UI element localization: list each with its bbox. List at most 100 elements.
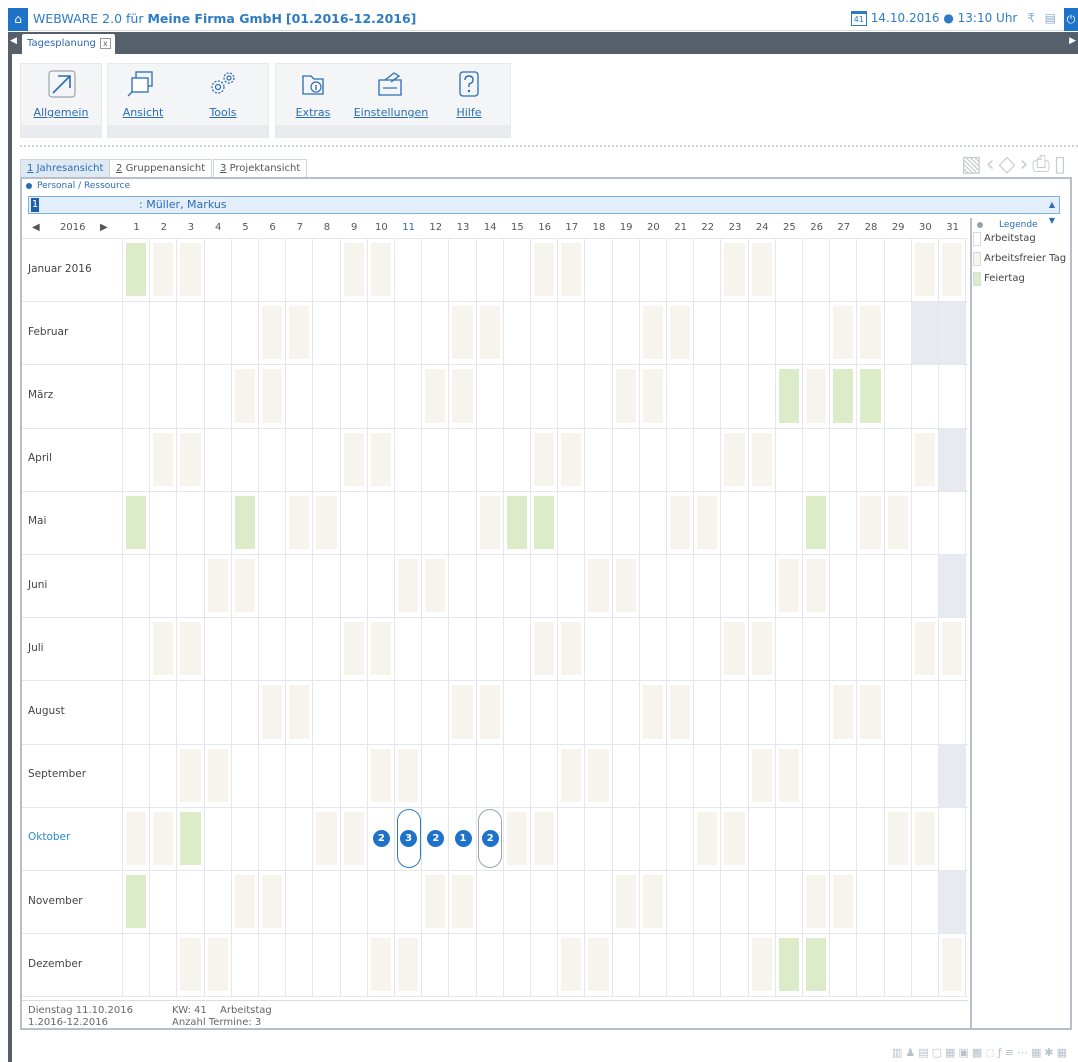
- weekend-day[interactable]: [670, 685, 691, 739]
- weekend-day[interactable]: [180, 622, 201, 676]
- weekend-day[interactable]: [207, 938, 228, 992]
- ansicht-button[interactable]: Ansicht: [112, 70, 174, 119]
- print-icon[interactable]: ⎙: [1032, 152, 1054, 177]
- weekend-day[interactable]: [806, 369, 827, 423]
- weekend-day[interactable]: [778, 748, 799, 802]
- weekend-day[interactable]: [670, 495, 691, 549]
- weekend-day[interactable]: [534, 622, 555, 676]
- weekend-day[interactable]: [724, 622, 745, 676]
- weekend-day[interactable]: [670, 306, 691, 360]
- weekend-day[interactable]: [370, 243, 391, 297]
- weekend-day[interactable]: [262, 685, 283, 739]
- weekend-day[interactable]: [398, 559, 419, 613]
- weekend-day[interactable]: [615, 559, 636, 613]
- weekend-day[interactable]: [343, 243, 364, 297]
- weekend-day[interactable]: [914, 243, 935, 297]
- weekend-day[interactable]: [751, 432, 772, 486]
- weekend-day[interactable]: [370, 622, 391, 676]
- weekend-day[interactable]: [534, 243, 555, 297]
- weekend-day[interactable]: [343, 811, 364, 865]
- weekend-day[interactable]: [452, 369, 473, 423]
- weekend-day[interactable]: [642, 369, 663, 423]
- rupee-icon[interactable]: ₹: [1027, 11, 1035, 25]
- weekend-day[interactable]: [942, 938, 963, 992]
- weekend-day[interactable]: [180, 432, 201, 486]
- star-icon[interactable]: ✱: [1044, 1046, 1056, 1059]
- weekend-day[interactable]: [833, 306, 854, 360]
- lock-icon[interactable]: ▩: [972, 1046, 985, 1059]
- appointment-badge[interactable]: 2: [427, 829, 445, 847]
- weekend-day[interactable]: [697, 495, 718, 549]
- user-icon[interactable]: ♟: [905, 1046, 918, 1059]
- weekend-day[interactable]: [234, 369, 255, 423]
- holiday-day[interactable]: [534, 495, 555, 549]
- weekend-day[interactable]: [207, 748, 228, 802]
- weekend-day[interactable]: [262, 875, 283, 929]
- weekend-day[interactable]: [833, 685, 854, 739]
- appointment-badge[interactable]: 1: [454, 829, 472, 847]
- weekend-day[interactable]: [153, 243, 174, 297]
- holiday-day[interactable]: [806, 938, 827, 992]
- hilfe-button[interactable]: Hilfe: [438, 70, 500, 119]
- weekend-day[interactable]: [860, 685, 881, 739]
- bars-icon[interactable]: ≡: [1005, 1046, 1017, 1059]
- map-icon[interactable]: ▧: [961, 152, 986, 177]
- clipboard-icon[interactable]: ▤: [918, 1046, 931, 1059]
- tab-projektansicht[interactable]: 3 Projektansicht: [213, 159, 308, 178]
- home-icon[interactable]: ⌂: [8, 8, 28, 31]
- weekend-day[interactable]: [642, 306, 663, 360]
- weekend-day[interactable]: [234, 559, 255, 613]
- weekend-day[interactable]: [452, 685, 473, 739]
- weekend-day[interactable]: [534, 811, 555, 865]
- weekend-day[interactable]: [588, 938, 609, 992]
- calendar-icon[interactable]: 41: [850, 11, 867, 26]
- grid-icon[interactable]: ▦: [945, 1046, 958, 1059]
- weekend-day[interactable]: [262, 306, 283, 360]
- holiday-day[interactable]: [806, 495, 827, 549]
- weekend-day[interactable]: [343, 622, 364, 676]
- next-icon[interactable]: ›: [1019, 152, 1032, 177]
- weekend-day[interactable]: [561, 938, 582, 992]
- weekend-day[interactable]: [398, 748, 419, 802]
- weekend-day[interactable]: [887, 495, 908, 549]
- weekend-day[interactable]: [479, 306, 500, 360]
- weekend-day[interactable]: [370, 432, 391, 486]
- function-icon[interactable]: ƒ: [998, 1046, 1005, 1059]
- weekend-day[interactable]: [751, 622, 772, 676]
- drop-icon[interactable]: ◌: [985, 1046, 998, 1059]
- weekend-day[interactable]: [289, 306, 310, 360]
- weekend-day[interactable]: [724, 432, 745, 486]
- weekend-day[interactable]: [234, 875, 255, 929]
- weekend-day[interactable]: [289, 495, 310, 549]
- weekend-day[interactable]: [370, 938, 391, 992]
- prev-icon[interactable]: ‹: [986, 152, 999, 177]
- weekend-day[interactable]: [697, 811, 718, 865]
- weekend-day[interactable]: [180, 938, 201, 992]
- weekend-day[interactable]: [561, 243, 582, 297]
- weekend-day[interactable]: [153, 811, 174, 865]
- weekend-day[interactable]: [398, 938, 419, 992]
- weekend-day[interactable]: [914, 432, 935, 486]
- table-icon[interactable]: ▦: [1031, 1046, 1044, 1059]
- appointment-badge[interactable]: 2: [481, 829, 499, 847]
- monitor-icon[interactable]: ▣: [958, 1046, 971, 1059]
- weekend-day[interactable]: [343, 432, 364, 486]
- weekend-day[interactable]: [751, 243, 772, 297]
- tab-gruppenansicht[interactable]: 2 Gruppenansicht: [109, 159, 213, 178]
- tab-tagesplanung[interactable]: Tagesplanung x: [22, 34, 115, 54]
- weekend-day[interactable]: [262, 369, 283, 423]
- allgemein-button[interactable]: Allgemein: [30, 70, 92, 119]
- weekend-day[interactable]: [126, 811, 147, 865]
- weekend-day[interactable]: [153, 622, 174, 676]
- weekend-day[interactable]: [534, 432, 555, 486]
- weekend-day[interactable]: [942, 243, 963, 297]
- weekend-day[interactable]: [615, 369, 636, 423]
- holiday-day[interactable]: [180, 811, 201, 865]
- calendar-small-icon[interactable]: ▦: [1057, 1046, 1070, 1059]
- document-icon[interactable]: ▤: [1045, 11, 1056, 25]
- scroll-right-icon[interactable]: ▶: [1069, 36, 1076, 46]
- weekend-day[interactable]: [425, 559, 446, 613]
- weekend-day[interactable]: [887, 811, 908, 865]
- holiday-day[interactable]: [126, 495, 147, 549]
- extras-button[interactable]: Extras: [282, 70, 344, 119]
